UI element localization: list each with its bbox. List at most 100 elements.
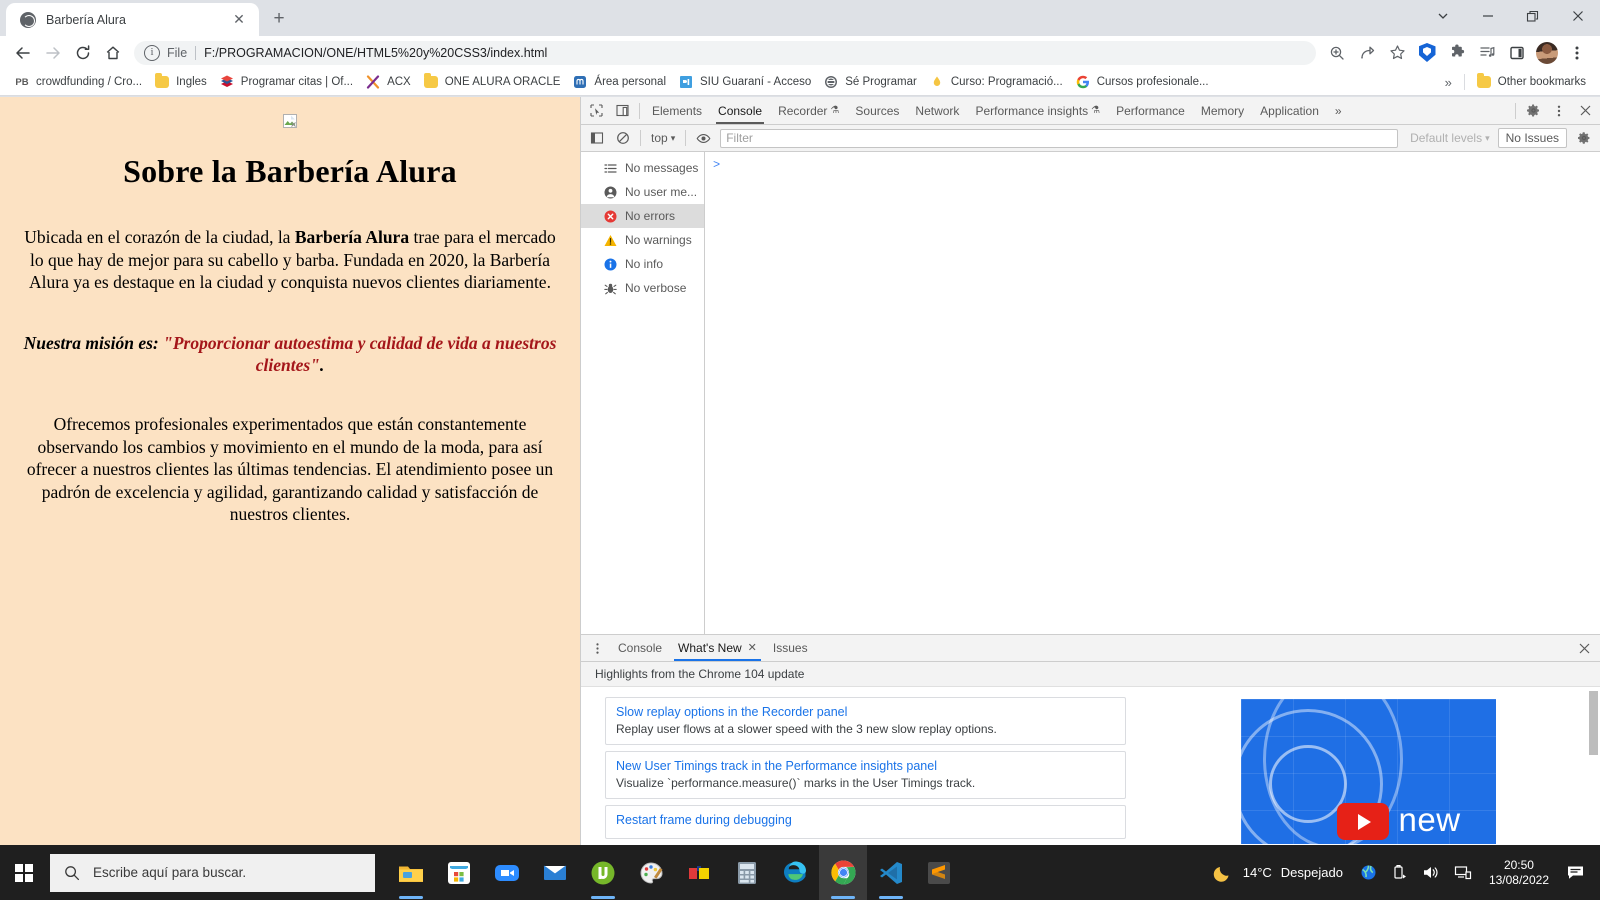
devtools-tab-memory[interactable]: Memory <box>1193 98 1252 124</box>
drawer-tab-issues[interactable]: Issues <box>765 636 816 661</box>
file-explorer-icon[interactable] <box>387 845 435 900</box>
vscode-icon[interactable] <box>867 845 915 900</box>
other-bookmarks-button[interactable]: Other bookmarks <box>1470 71 1592 93</box>
reading-list-icon[interactable] <box>1472 38 1502 68</box>
network-globe-icon[interactable] <box>1353 845 1384 900</box>
bookmark-item[interactable]: SIU Guaraní - Acceso <box>672 71 817 93</box>
brave-shield-extension-icon[interactable] <box>1412 38 1442 68</box>
console-sidebar-item-errors[interactable]: No errors <box>581 204 704 228</box>
whats-new-card[interactable]: Restart frame during debugging <box>605 805 1126 839</box>
forward-icon[interactable] <box>38 38 68 68</box>
new-tab-button[interactable]: + <box>265 5 293 33</box>
devtools-tab-performance-insights[interactable]: Performance insights ⚗ <box>967 98 1108 124</box>
close-window-button[interactable] <box>1555 0 1600 32</box>
avatar[interactable] <box>1532 38 1562 68</box>
console-sidebar-item-user-messages[interactable]: No user me... <box>581 180 704 204</box>
home-icon[interactable] <box>98 38 128 68</box>
calculator-icon[interactable] <box>723 845 771 900</box>
devtools-tab-sources[interactable]: Sources <box>847 98 907 124</box>
bookmark-item[interactable]: Programar citas | Of... <box>213 71 359 93</box>
extensions-puzzle-icon[interactable] <box>1442 38 1472 68</box>
devtools-tab-performance[interactable]: Performance <box>1108 98 1193 124</box>
whats-new-card[interactable]: New User Timings track in the Performanc… <box>605 751 1126 799</box>
notifications-icon[interactable] <box>1559 845 1592 900</box>
whats-new-video-thumbnail[interactable]: new <box>1240 699 1496 844</box>
side-panel-icon[interactable] <box>1502 38 1532 68</box>
kebab-menu-icon[interactable] <box>1546 99 1572 123</box>
close-tab-icon[interactable]: ✕ <box>748 636 757 661</box>
weather-widget[interactable]: 14°C Despejado <box>1206 862 1353 884</box>
console-output-area[interactable]: > <box>705 152 1600 634</box>
maximize-button[interactable] <box>1510 0 1555 32</box>
address-bar[interactable]: i File F:/PROGRAMACION/ONE/HTML5%20y%20C… <box>134 40 1316 65</box>
drawer-scrollbar[interactable] <box>1589 691 1598 755</box>
console-sidebar-item-verbose[interactable]: No verbose <box>581 276 704 300</box>
minimize-button[interactable] <box>1465 0 1510 32</box>
whats-new-card-title[interactable]: Restart frame during debugging <box>616 813 1115 827</box>
console-sidebar-item-info[interactable]: No info <box>581 252 704 276</box>
whats-new-card[interactable]: Slow replay options in the Recorder pane… <box>605 697 1126 745</box>
mail-icon[interactable] <box>531 845 579 900</box>
console-context-selector[interactable]: top ▾ <box>645 131 681 145</box>
microsoft-edge-icon[interactable] <box>771 845 819 900</box>
bookmark-item[interactable]: Ingles <box>148 71 213 93</box>
start-button[interactable] <box>0 845 48 900</box>
browser-tab[interactable]: Barbería Alura ✕ <box>6 3 259 36</box>
taskbar-clock[interactable]: 20:50 13/08/2022 <box>1479 858 1559 888</box>
console-sidebar-item-warnings[interactable]: No warnings <box>581 228 704 252</box>
sublime-text-icon[interactable] <box>915 845 963 900</box>
bookmark-item[interactable]: Área personal <box>566 71 672 93</box>
gear-icon[interactable] <box>1571 126 1597 150</box>
console-log-levels-selector[interactable]: Default levels ▾ <box>1402 131 1498 145</box>
devtools-tab-application[interactable]: Application <box>1252 98 1327 124</box>
close-devtools-icon[interactable] <box>1572 99 1598 123</box>
bookmark-item[interactable]: Curso: Programació... <box>923 71 1069 93</box>
drawer-tab-console[interactable]: Console <box>610 636 670 661</box>
console-sidebar-item-messages[interactable]: No messages <box>581 156 704 180</box>
info-icon[interactable]: i <box>144 44 160 61</box>
tab-search-button[interactable] <box>1420 0 1465 32</box>
zoom-icon[interactable] <box>483 845 531 900</box>
devtools-tab-console[interactable]: Console <box>710 98 770 124</box>
bookmark-item[interactable]: ONE ALURA ORACLE <box>417 71 567 93</box>
whats-new-card-title[interactable]: Slow replay options in the Recorder pane… <box>616 705 1115 719</box>
paint-icon[interactable] <box>627 845 675 900</box>
whats-new-card-title[interactable]: New User Timings track in the Performanc… <box>616 759 1115 773</box>
devtools-tabs-overflow[interactable]: » <box>1327 98 1350 124</box>
live-expression-icon[interactable] <box>690 126 716 150</box>
bookmark-star-icon[interactable] <box>1382 38 1412 68</box>
usb-eject-icon[interactable] <box>1384 845 1415 900</box>
reload-icon[interactable] <box>68 38 98 68</box>
back-icon[interactable] <box>8 38 38 68</box>
device-toolbar-icon[interactable] <box>609 99 635 123</box>
gear-icon[interactable] <box>1520 99 1546 123</box>
youtube-play-icon[interactable] <box>1336 803 1389 840</box>
bookmark-item[interactable]: ACX <box>359 71 417 93</box>
bookmarks-overflow-button[interactable]: » <box>1438 72 1459 93</box>
close-drawer-icon[interactable] <box>1571 636 1597 660</box>
console-filter-input[interactable] <box>720 128 1399 148</box>
drawer-tab-whats-new[interactable]: What's New ✕ <box>670 636 765 661</box>
volume-icon[interactable] <box>1415 845 1447 900</box>
devtools-tab-elements[interactable]: Elements <box>644 98 710 124</box>
no-issues-button[interactable]: No Issues <box>1497 128 1567 148</box>
share-icon[interactable] <box>1352 38 1382 68</box>
zoom-icon[interactable] <box>1322 38 1352 68</box>
utorrent-icon[interactable] <box>579 845 627 900</box>
microsoft-store-icon[interactable] <box>435 845 483 900</box>
clear-console-icon[interactable] <box>610 126 636 150</box>
inspect-element-icon[interactable] <box>583 99 609 123</box>
bookmark-item[interactable]: Cursos profesionale... <box>1069 71 1215 93</box>
devtools-tab-recorder[interactable]: Recorder ⚗ <box>770 98 847 124</box>
console-sidebar-toggle-icon[interactable] <box>584 126 610 150</box>
bookmark-item[interactable]: PB crowdfunding / Cro... <box>8 71 148 93</box>
kebab-menu-icon[interactable] <box>584 636 610 660</box>
google-chrome-icon[interactable] <box>819 845 867 900</box>
bookmark-item[interactable]: Sé Programar <box>817 71 923 93</box>
taskbar-search-box[interactable]: Escribe aquí para buscar. <box>50 853 375 892</box>
close-tab-icon[interactable]: ✕ <box>229 10 249 30</box>
chrome-menu-icon[interactable] <box>1562 38 1592 68</box>
colors-app-icon[interactable] <box>675 845 723 900</box>
network-monitor-icon[interactable] <box>1447 845 1479 900</box>
devtools-tab-network[interactable]: Network <box>907 98 967 124</box>
